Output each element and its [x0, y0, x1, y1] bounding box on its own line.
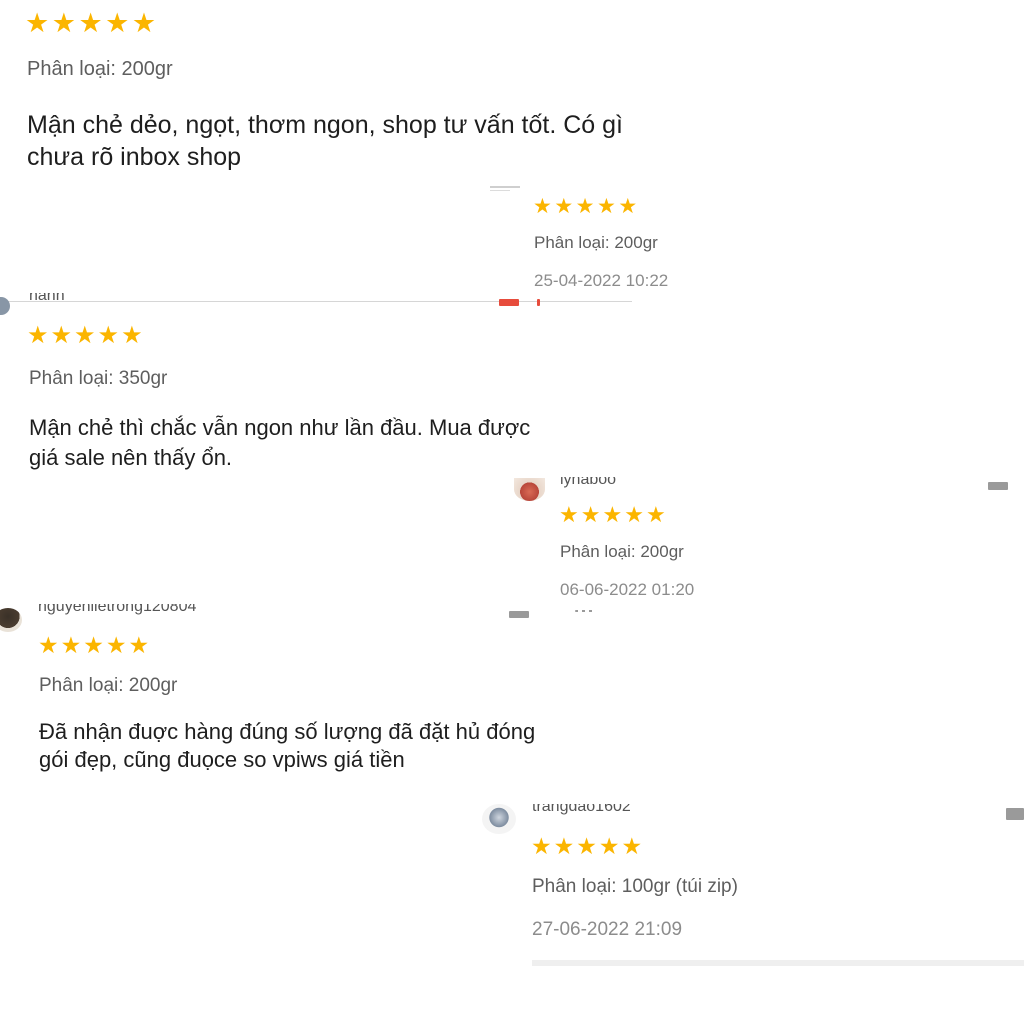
star-icon: ★ — [621, 833, 643, 859]
variant-label: Phân loại: 200gr — [27, 58, 173, 80]
flag-icon[interactable] — [499, 299, 519, 306]
star-icon: ★ — [38, 632, 59, 658]
variant-label: Phân loại: 350gr — [29, 368, 168, 389]
star-icon: ★ — [596, 195, 616, 218]
star-icon: ★ — [105, 632, 127, 658]
star-icon: ★ — [25, 8, 50, 38]
username[interactable]: hanh — [29, 293, 65, 307]
divider — [532, 960, 1024, 966]
avatar — [482, 804, 516, 834]
username[interactable]: lynaboo — [560, 477, 616, 489]
rating-stars: ★ ★ ★ ★ ★ — [38, 634, 151, 657]
star-icon: ★ — [74, 322, 96, 349]
avatar — [514, 478, 545, 501]
rating-stars: ★ ★ ★ ★ ★ — [533, 196, 640, 217]
variant-label: Phân loại: 100gr (túi zip) — [532, 876, 738, 897]
star-icon: ★ — [624, 502, 644, 527]
star-icon: ★ — [554, 195, 574, 218]
star-icon: ★ — [97, 322, 120, 349]
star-icon: ★ — [121, 322, 143, 349]
star-icon: ★ — [598, 833, 620, 859]
review-date: 06-06-2022 01:20 — [560, 580, 695, 599]
username[interactable]: nguyenlietrong120804 — [38, 604, 196, 618]
rating-stars: ★ ★ ★ ★ ★ — [25, 10, 159, 37]
star-icon: ★ — [553, 833, 575, 859]
username[interactable]: trangdao1602 — [532, 804, 631, 818]
avatar — [490, 183, 520, 193]
review-comment: Mận chẻ thì chắc vẫn ngon như lần đầu. M… — [29, 415, 531, 470]
flag-icon[interactable] — [1006, 808, 1024, 820]
star-icon: ★ — [645, 502, 666, 527]
star-icon: ★ — [531, 833, 552, 859]
variant-label: Phân loại: 200gr — [560, 542, 684, 561]
variant-label: Phân loại: 200gr — [534, 233, 658, 252]
flag-icon[interactable] — [509, 611, 529, 618]
flag-icon[interactable] — [988, 482, 1008, 490]
avatar — [0, 297, 10, 315]
rating-stars: ★ ★ ★ ★ ★ — [531, 835, 644, 858]
star-icon: ★ — [576, 833, 597, 859]
star-icon: ★ — [533, 195, 552, 218]
review-date: 27-06-2022 21:09 — [532, 919, 683, 940]
review-comment: Đã nhận đuợc hàng đúng số lượng đã đặt h… — [39, 719, 536, 772]
star-icon: ★ — [131, 8, 157, 38]
star-icon: ★ — [618, 195, 638, 218]
rating-stars: ★ ★ ★ ★ ★ — [27, 324, 145, 348]
star-icon: ★ — [602, 502, 623, 527]
star-icon: ★ — [580, 502, 601, 527]
more-icon[interactable] — [575, 610, 593, 612]
avatar — [0, 608, 22, 632]
rating-stars: ★ ★ ★ ★ ★ — [559, 504, 668, 526]
review-date: 25-04-2022 10:22 — [534, 271, 669, 290]
star-icon: ★ — [50, 322, 73, 349]
star-icon: ★ — [105, 8, 130, 38]
star-icon: ★ — [60, 632, 82, 658]
star-icon: ★ — [51, 8, 76, 38]
star-icon: ★ — [27, 322, 49, 349]
star-icon: ★ — [575, 195, 595, 218]
star-icon: ★ — [128, 632, 150, 658]
flag-icon — [537, 299, 540, 306]
star-icon: ★ — [559, 502, 579, 527]
variant-label: Phân loại: 200gr — [39, 675, 178, 696]
star-icon: ★ — [78, 8, 103, 38]
star-icon: ★ — [83, 632, 104, 658]
review-comment: Mận chẻ dẻo, ngọt, thơm ngon, shop tư vấ… — [27, 111, 623, 171]
